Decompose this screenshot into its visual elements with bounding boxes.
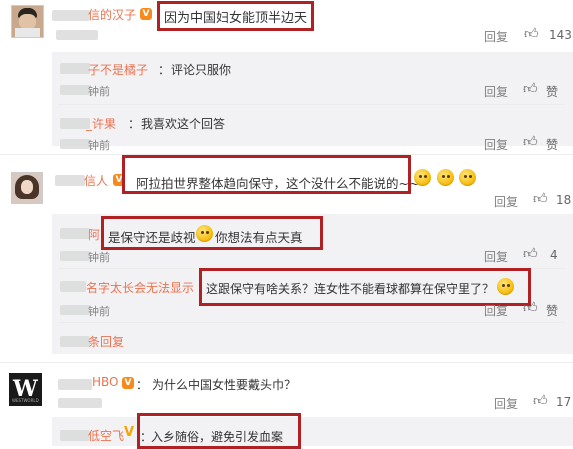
username-blur — [52, 10, 90, 21]
username-blur — [58, 379, 92, 390]
smile-emoji-icon — [497, 278, 514, 295]
thumbs-up-icon[interactable]: 👍︎ — [523, 80, 538, 97]
smile-emoji-icon — [437, 169, 454, 186]
like-count: 4 — [550, 248, 558, 262]
reply-button[interactable]: 回复 — [484, 248, 508, 265]
reply-button[interactable]: 回复 — [494, 193, 518, 210]
reply-text: 评论只服你 — [171, 63, 232, 77]
more-replies-link[interactable]: 条回复 — [88, 333, 124, 350]
highlight-box — [122, 155, 411, 194]
timestamp-blur — [56, 30, 98, 40]
reply-username[interactable]: _许果 — [86, 115, 116, 132]
timestamp-blur — [60, 305, 90, 315]
reply-username[interactable]: 低空飞 — [88, 427, 124, 444]
like-count: 18 — [556, 193, 572, 207]
reply-button[interactable]: 回复 — [494, 395, 518, 412]
reply-button[interactable]: 回复 — [484, 136, 508, 153]
like-label[interactable]: 赞 — [546, 83, 558, 100]
timestamp-blur — [60, 251, 90, 261]
divider — [58, 104, 565, 105]
like-label[interactable]: 赞 — [546, 302, 558, 319]
comment-text: 为什么中国女性要戴头巾？ — [152, 378, 297, 392]
like-count: 143 — [549, 28, 572, 42]
like-label[interactable]: 赞 — [546, 136, 558, 153]
avatar[interactable] — [11, 5, 44, 38]
username-blur — [60, 63, 90, 74]
reply-time: 钟前 — [88, 85, 110, 98]
reply-time: 钟前 — [88, 251, 110, 264]
highlight-box — [157, 1, 314, 31]
reply-time: 钟前 — [88, 305, 110, 318]
vip-icon: V — [122, 377, 134, 389]
more-replies-blur — [60, 336, 90, 347]
timestamp-blur — [58, 398, 102, 408]
avatar[interactable] — [11, 172, 43, 204]
smile-emoji-icon — [459, 169, 476, 186]
username-blur — [60, 228, 90, 239]
username-blur — [55, 175, 85, 186]
like-count: 17 — [556, 395, 572, 409]
smile-emoji-icon — [414, 169, 431, 186]
reply-button[interactable]: 回复 — [484, 28, 508, 45]
reply-text: 入乡随俗，避免引发血案 — [151, 430, 284, 444]
reply-time: 钟前 — [88, 139, 110, 152]
thumbs-up-icon[interactable]: 👍︎ — [524, 25, 539, 42]
reply-username[interactable]: 名字太长会无法显示 — [86, 279, 194, 296]
username[interactable]: 信的汉子 — [88, 6, 136, 23]
colon: ： — [158, 63, 171, 77]
colon: ： — [128, 117, 141, 131]
username-blur — [60, 281, 86, 292]
reply-text: 我喜欢这个回答 — [141, 117, 226, 131]
reply-text: 这跟保守有啥关系？连女性不能看球都算在保守里了？ — [206, 282, 495, 296]
thumbs-up-icon[interactable]: 👍︎ — [523, 299, 538, 316]
avatar[interactable]: W WESTWORLD — [9, 373, 42, 406]
username-blur — [60, 430, 90, 441]
v-badge-icon: V — [124, 425, 135, 440]
divider — [58, 322, 565, 323]
vip-icon: V — [140, 8, 152, 20]
timestamp-blur — [60, 85, 90, 95]
thumbs-up-icon[interactable]: 👍︎ — [523, 245, 538, 262]
username[interactable]: 信人 — [84, 172, 108, 189]
highlight-box — [101, 216, 323, 250]
thumbs-up-icon[interactable]: 👍︎ — [533, 392, 548, 409]
thumbs-up-icon[interactable]: 👍︎ — [523, 133, 538, 150]
reply-button[interactable]: 回复 — [484, 302, 508, 319]
reply-button[interactable]: 回复 — [484, 83, 508, 100]
reply-username[interactable]: 阿 — [88, 226, 100, 243]
timestamp-blur — [60, 139, 90, 149]
thumbs-up-icon[interactable]: 👍︎ — [533, 190, 548, 207]
divider — [0, 362, 573, 363]
reply-username[interactable]: 子不是橘子 — [88, 61, 148, 78]
username[interactable]: HBO — [92, 375, 119, 389]
colon: ： — [136, 378, 149, 392]
